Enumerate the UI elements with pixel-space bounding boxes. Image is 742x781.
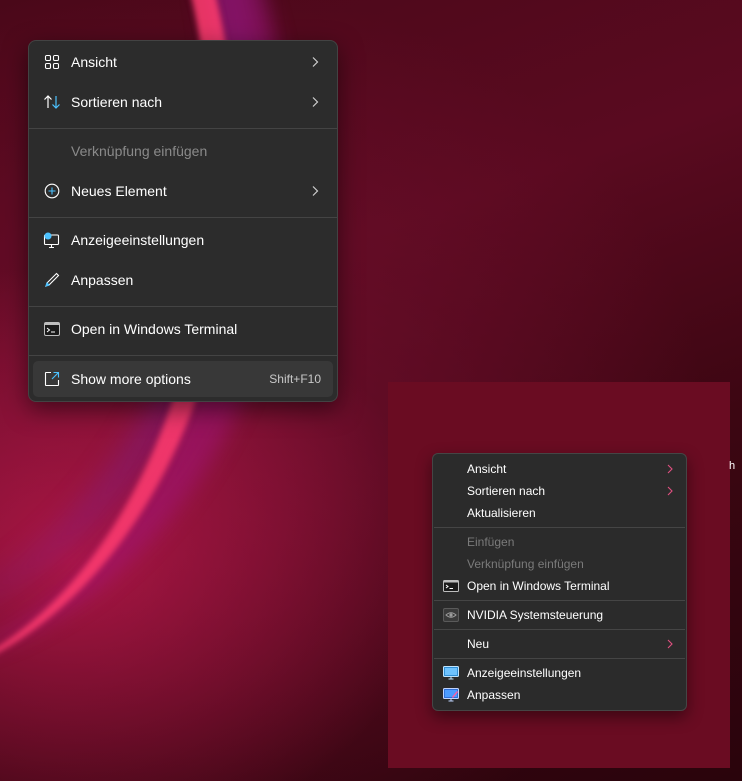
menu-item-label: Ansicht [467, 462, 507, 476]
menu-separator [434, 527, 685, 528]
menu-item-anpassen[interactable]: Anpassen [33, 262, 333, 298]
view-grid-icon [43, 53, 61, 71]
chevron-right-icon [664, 486, 676, 496]
menu-item-label: Neu [467, 637, 490, 651]
show-more-options-icon [43, 370, 61, 388]
new-item-icon [43, 182, 61, 200]
classic-context-menu: Ansicht Sortieren nach Aktualisieren Ein… [432, 453, 687, 711]
classic-item-ansicht[interactable]: Ansicht [433, 458, 686, 480]
menu-separator [434, 600, 685, 601]
terminal-icon [43, 320, 61, 338]
classic-item-verknuepfung-einfuegen[interactable]: Verknüpfung einfügen [433, 553, 686, 575]
nvidia-icon [443, 607, 459, 623]
menu-item-label: Einfügen [467, 535, 515, 549]
menu-item-label: Anpassen [467, 688, 521, 702]
keyboard-shortcut: Shift+F10 [269, 372, 321, 386]
menu-separator [434, 629, 685, 630]
chevron-right-icon [305, 185, 325, 197]
menu-item-label: Anzeigeeinstellungen [71, 232, 205, 248]
sort-icon [43, 93, 61, 111]
chevron-right-icon [664, 639, 676, 649]
classic-item-anzeigeeinstellungen[interactable]: Anzeigeeinstellungen [433, 662, 686, 684]
display-settings-icon [443, 665, 459, 681]
menu-item-label: NVIDIA Systemsteuerung [467, 608, 604, 622]
display-settings-icon [43, 231, 61, 249]
menu-item-label: Anpassen [71, 272, 134, 288]
stray-text: h [729, 460, 736, 472]
menu-item-neues-element[interactable]: Neues Element [33, 173, 333, 209]
menu-item-label: Open in Windows Terminal [71, 321, 238, 337]
menu-separator [29, 128, 337, 129]
menu-separator [29, 355, 337, 356]
menu-item-open-windows-terminal[interactable]: Open in Windows Terminal [33, 311, 333, 347]
menu-item-label: Aktualisieren [467, 506, 536, 520]
menu-separator [29, 217, 337, 218]
menu-separator [434, 658, 685, 659]
menu-item-anzeigeeinstellungen[interactable]: Anzeigeeinstellungen [33, 222, 333, 258]
menu-item-label: Verknüpfung einfügen [467, 557, 584, 571]
menu-item-verknuepfung-einfuegen[interactable]: Verknüpfung einfügen [33, 133, 333, 169]
modern-context-menu: Ansicht Sortieren nach Verknüpfung einfü… [28, 40, 338, 402]
classic-item-sortieren-nach[interactable]: Sortieren nach [433, 480, 686, 502]
menu-item-label: Ansicht [71, 54, 117, 70]
terminal-icon [443, 578, 459, 594]
personalize-icon [443, 687, 459, 703]
chevron-right-icon [664, 464, 676, 474]
menu-separator [29, 306, 337, 307]
chevron-right-icon [305, 96, 325, 108]
chevron-right-icon [305, 56, 325, 68]
classic-item-einfuegen[interactable]: Einfügen [433, 531, 686, 553]
menu-item-label: Sortieren nach [71, 94, 163, 110]
menu-item-show-more-options[interactable]: Show more options Shift+F10 [33, 361, 333, 397]
menu-item-label: Show more options [71, 371, 191, 387]
menu-item-ansicht[interactable]: Ansicht [33, 44, 333, 80]
classic-item-anpassen[interactable]: Anpassen [433, 684, 686, 706]
classic-item-aktualisieren[interactable]: Aktualisieren [433, 502, 686, 524]
menu-item-label: Neues Element [71, 183, 167, 199]
menu-item-label: Verknüpfung einfügen [71, 143, 208, 159]
classic-item-open-windows-terminal[interactable]: Open in Windows Terminal [433, 575, 686, 597]
menu-item-label: Open in Windows Terminal [467, 579, 610, 593]
classic-item-neu[interactable]: Neu [433, 633, 686, 655]
classic-item-nvidia-systemsteuerung[interactable]: NVIDIA Systemsteuerung [433, 604, 686, 626]
menu-item-label: Anzeigeeinstellungen [467, 666, 582, 680]
personalize-pen-icon [43, 271, 61, 289]
menu-item-label: Sortieren nach [467, 484, 546, 498]
menu-item-sortieren-nach[interactable]: Sortieren nach [33, 84, 333, 120]
